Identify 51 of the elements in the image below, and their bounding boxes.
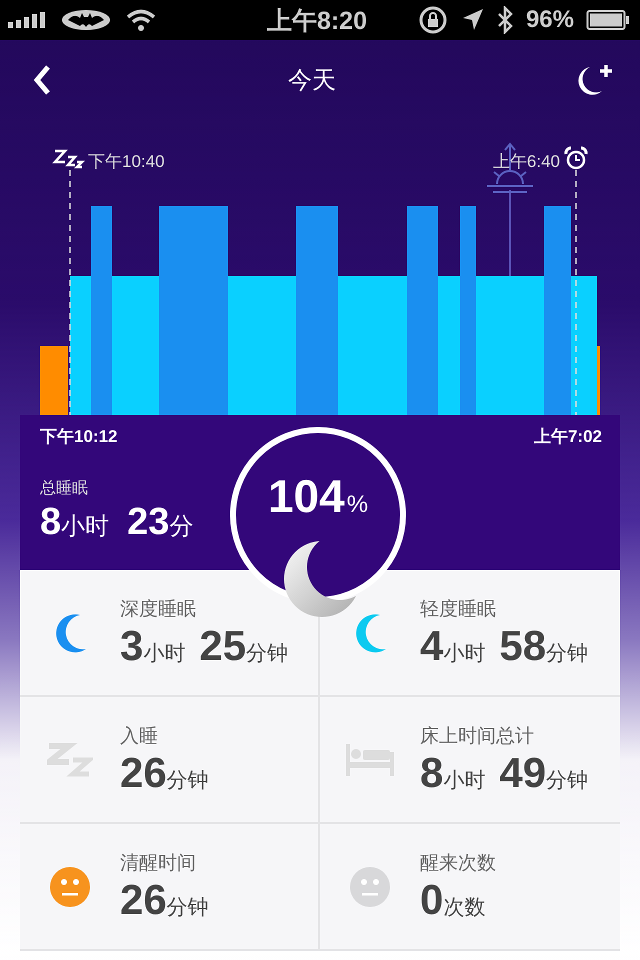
- total-sleep-label: 总睡眠: [40, 478, 88, 499]
- value-unit: 分钟: [546, 768, 588, 794]
- value-number: 26: [120, 748, 167, 796]
- value-number: 8: [40, 501, 62, 544]
- wifi-icon: [126, 9, 156, 31]
- battery-percent: 96%: [526, 6, 574, 34]
- awake-bar: [597, 346, 600, 415]
- stat-label: 清醒时间: [120, 852, 197, 876]
- zzz-icon: [47, 742, 93, 778]
- back-icon[interactable]: [32, 64, 52, 96]
- stat-label: 入睡: [120, 724, 159, 748]
- value-number: 8: [420, 748, 444, 796]
- value-unit: 次数: [443, 894, 486, 920]
- bluetooth-icon: [496, 6, 514, 34]
- value-unit: 分钟: [246, 640, 288, 666]
- stat-label: 醒来次数: [420, 852, 497, 876]
- value-number: 26: [120, 876, 167, 924]
- stat-label: 轻度睡眠: [420, 598, 497, 622]
- start-time: 下午10:12: [40, 426, 118, 448]
- value-number: 58: [499, 622, 546, 670]
- alarm-clock-icon: [564, 146, 588, 170]
- value-number: 3: [120, 622, 144, 670]
- value-number: 4: [420, 622, 444, 670]
- value-unit: 分钟: [166, 768, 209, 794]
- bed-icon: [346, 744, 394, 776]
- value-number: 25: [199, 622, 246, 670]
- signal-icon: [8, 12, 46, 28]
- bat-icon: [62, 9, 110, 31]
- percent-sign: %: [346, 491, 368, 519]
- value-unit: 分: [169, 512, 194, 542]
- score-percent: 104: [268, 469, 345, 523]
- bedtime-label: 下午10:40: [88, 151, 165, 173]
- value-unit: 小时: [61, 512, 110, 542]
- value-unit: 小时: [443, 642, 486, 666]
- value-number: 49: [499, 748, 546, 796]
- stat-label: 床上时间总计: [420, 724, 535, 748]
- battery-icon: [586, 9, 630, 31]
- value-number: 23: [127, 501, 170, 544]
- screen-title: 今天: [288, 66, 336, 96]
- value-unit: 小时: [143, 640, 186, 666]
- value-number: 0: [420, 876, 444, 924]
- value-unit: 分钟: [166, 894, 209, 920]
- value-unit: 分钟: [546, 640, 588, 666]
- value-unit: 小时: [443, 768, 486, 794]
- zzz-icon: [52, 150, 86, 168]
- end-time: 上午7:02: [534, 426, 602, 448]
- stat-label: 深度睡眠: [120, 598, 197, 622]
- location-arrow-icon: [462, 8, 484, 32]
- alarm-time-label: 上午6:40: [492, 151, 560, 173]
- status-time: 上午8:20: [266, 6, 367, 36]
- awake-bar: [40, 346, 68, 415]
